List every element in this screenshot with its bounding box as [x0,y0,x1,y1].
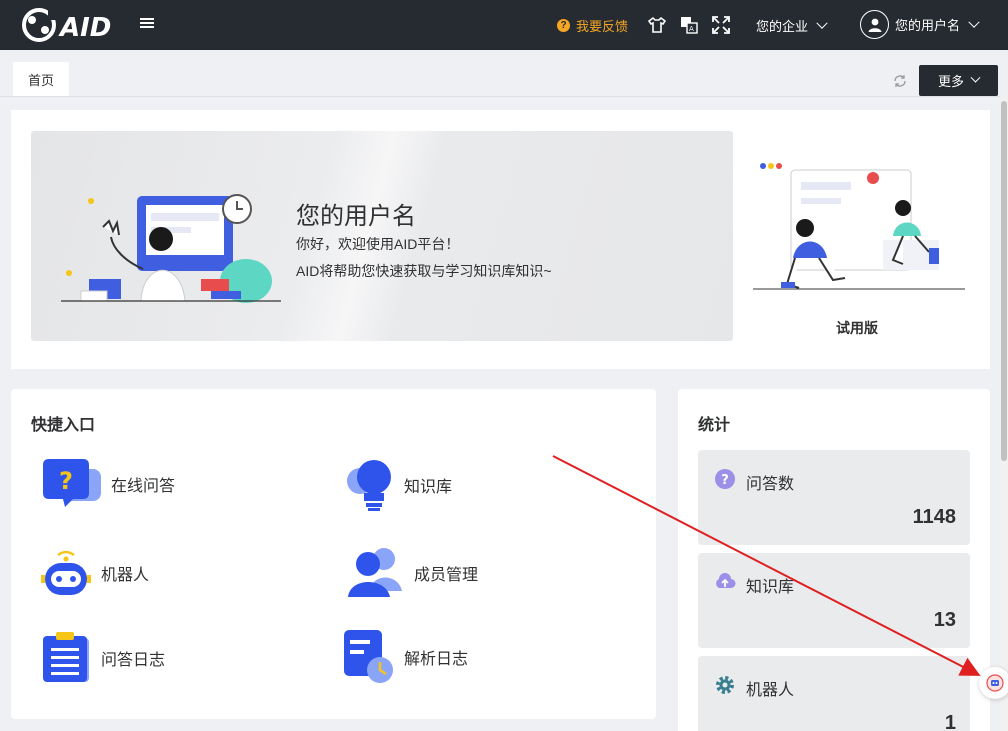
menu-toggle-icon[interactable] [140,16,154,32]
quick-item-members[interactable]: 成员管理 [346,547,478,599]
quick-item-label: 问答日志 [101,652,166,669]
svg-text:?: ? [59,467,73,495]
tab-divider [0,96,1000,97]
user-menu[interactable]: 您的用户名 [860,10,980,39]
welcome-description: AID将帮助您快速获取与学习知识库知识~ [296,263,552,279]
chat-question-icon: ? [43,459,101,507]
aid-logo[interactable]: AID [20,6,112,44]
stat-value: 13 [933,609,956,631]
quick-item-label: 知识库 [404,479,453,496]
stat-knowledge-base-count[interactable]: 知识库 13 [698,553,970,648]
quick-item-label: 解析日志 [404,651,469,668]
quick-entry-card: 快捷入口 ? 在线问答 知识库 机器人 成员管理 问答日志 解析日志 [11,389,656,719]
top-bar: AID ? 我要反馈 A 您的企业 您的用户名 [0,0,1008,50]
welcome-banner: 您的用户名 你好，欢迎使用AID平台！ AID将帮助您快速获取与学习知识库知识~ [31,131,733,341]
scrollbar-thumb[interactable] [1001,101,1007,461]
tabs-row: 首页 更多 [0,50,1008,98]
welcome-greeting: 你好，欢迎使用AID平台！ [296,236,460,252]
question-circle-icon: ? [715,469,735,489]
help-icon: ? [557,19,570,32]
translate-icon[interactable]: A [679,15,699,35]
stats-title: 统计 [698,417,731,434]
clipboard-icon [43,632,89,682]
quick-entry-title: 快捷入口 [31,417,96,434]
welcome-card: 您的用户名 你好，欢迎使用AID平台！ AID将帮助您快速获取与学习知识库知识~… [11,110,990,369]
welcome-illustration [51,151,291,311]
document-clock-icon [344,630,393,683]
gear-icon [716,676,734,694]
quick-item-label: 在线问答 [111,478,176,495]
svg-text:?: ? [721,473,729,488]
stat-value: 1148 [912,506,956,528]
floating-assistant-button[interactable] [979,667,1008,699]
user-label: 您的用户名 [895,18,961,33]
enterprise-dropdown[interactable]: 您的企业 [756,16,828,35]
svg-text:AID: AID [58,13,111,43]
stat-label: 机器人 [746,682,795,699]
enterprise-label: 您的企业 [756,19,809,34]
plan-label: 试用版 [836,320,878,336]
quick-item-online-qa[interactable]: ? 在线问答 [41,459,175,509]
stat-label: 知识库 [746,579,795,596]
chevron-down-icon [816,17,828,29]
quick-item-label: 成员管理 [414,567,479,584]
svg-text:A: A [689,25,694,33]
feedback-label: 我要反馈 [576,19,629,34]
theme-shirt-icon[interactable] [647,15,667,35]
cloud-upload-icon [716,573,736,588]
chevron-down-icon [968,16,980,28]
robot-icon [41,550,91,595]
members-icon [348,548,402,597]
stats-card: 统计 ? 问答数 1148 知识库 13 机器人 1 [678,389,990,731]
fullscreen-icon[interactable] [711,15,731,35]
avatar [860,10,889,39]
more-button[interactable]: 更多 [919,65,998,96]
feedback-link[interactable]: ? 我要反馈 [557,16,628,35]
lightbulb-icon [347,460,391,511]
tab-home[interactable]: 首页 [13,62,69,96]
assistant-icon [986,674,1004,692]
chevron-down-icon [970,72,981,83]
quick-item-robot[interactable]: 机器人 [41,547,149,599]
stat-qa-count[interactable]: ? 问答数 1148 [698,450,970,545]
quick-item-qa-log[interactable]: 问答日志 [41,632,165,684]
stat-value: 1 [944,712,956,731]
quick-item-parse-log[interactable]: 解析日志 [344,630,468,684]
quick-item-label: 机器人 [101,567,150,584]
quick-item-knowledge-base[interactable]: 知识库 [344,459,452,511]
trial-illustration [753,148,965,293]
stat-robot-count[interactable]: 机器人 1 [698,656,970,731]
refresh-icon[interactable] [893,74,907,88]
more-label: 更多 [937,74,964,89]
tab-home-label: 首页 [27,72,54,88]
welcome-username: 您的用户名 [296,203,416,230]
stat-label: 问答数 [746,476,795,493]
page-scrollbar[interactable] [1000,97,1008,731]
